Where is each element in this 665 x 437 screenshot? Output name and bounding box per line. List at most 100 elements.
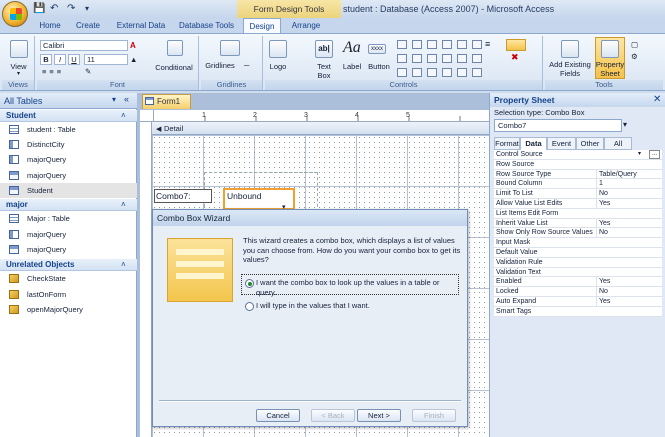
undo-icon[interactable]: ↶ [50, 3, 58, 15]
nav-dropdown-icon[interactable]: ▾ [112, 95, 116, 104]
back-button[interactable]: < Back [311, 409, 355, 422]
rectangle-icon[interactable] [442, 40, 452, 49]
tab-create[interactable]: Create [70, 18, 106, 34]
nav-group-major[interactable]: major [0, 199, 137, 211]
page-break-icon[interactable] [472, 54, 482, 63]
property-row[interactable]: Default Value [494, 247, 662, 258]
macro-icon[interactable]: ⚙ [631, 52, 638, 61]
option2-radio[interactable] [245, 302, 254, 311]
gridlines-button[interactable]: Gridlines [201, 61, 239, 70]
checkbox-icon[interactable] [412, 68, 422, 77]
set-control-defaults-icon[interactable]: ✖ [511, 53, 519, 62]
bold-button[interactable]: B [40, 54, 52, 65]
line-color-icon[interactable]: ≡ [485, 40, 490, 49]
close-icon[interactable]: ✕ [653, 94, 661, 105]
nav-item[interactable]: Major : Table [0, 211, 137, 226]
logo-icon[interactable] [269, 40, 287, 58]
selected-control-dropdown[interactable]: Combo7 [494, 119, 622, 132]
font-size-combo[interactable]: 11 [84, 54, 128, 65]
combo-label[interactable]: Combo7: [154, 189, 212, 203]
view-icon[interactable] [10, 40, 28, 58]
option1-label[interactable]: I want the combo box to look up the valu… [256, 278, 456, 298]
qat-customize-icon[interactable]: ▾ [85, 4, 89, 16]
attachment-icon[interactable] [472, 40, 482, 49]
save-icon[interactable]: 💾 [33, 3, 45, 15]
view-dropdown-icon[interactable]: ▾ [17, 70, 20, 79]
property-value[interactable]: No [596, 189, 662, 199]
tab-all[interactable]: All [604, 137, 632, 150]
option2-label[interactable]: I will type in the values that I want. [256, 301, 456, 311]
format-painter-icon[interactable]: ✎ [85, 67, 91, 76]
property-value[interactable]: No [596, 287, 662, 297]
combo-box-icon[interactable] [397, 54, 407, 63]
group-collapse-icon[interactable]: ˄ [121, 260, 126, 269]
property-value[interactable]: Yes [596, 277, 662, 288]
conditional-icon[interactable] [167, 40, 183, 56]
property-row[interactable]: List Items Edit Form [494, 208, 662, 219]
underline-button[interactable]: U [68, 54, 80, 65]
property-value[interactable]: Yes [596, 198, 662, 209]
nav-item[interactable]: majorQuery [0, 242, 137, 257]
property-sheet-button[interactable]: Property Sheet [593, 60, 627, 78]
label-icon[interactable]: Aa [343, 39, 361, 57]
property-row[interactable]: Validation Rule [494, 257, 662, 268]
tab-control-icon[interactable] [397, 40, 407, 49]
font-color-icon[interactable]: A [130, 41, 136, 50]
tab-home[interactable]: Home [33, 18, 67, 34]
finish-button[interactable]: Finish [412, 409, 456, 422]
italic-button[interactable]: I [54, 54, 66, 65]
form-selector[interactable] [140, 110, 154, 122]
group-collapse-icon[interactable]: ˄ [121, 200, 126, 209]
option-group-icon[interactable] [397, 68, 407, 77]
code-icon[interactable]: ▢ [631, 40, 638, 49]
property-value[interactable]: Yes [596, 296, 662, 307]
property-row[interactable]: Row Source [494, 159, 662, 170]
nav-group-student[interactable]: Student [0, 110, 137, 122]
subform-icon[interactable] [427, 54, 437, 63]
property-value[interactable]: Yes [596, 218, 662, 229]
property-row[interactable]: Smart Tags [494, 306, 662, 317]
hyperlink-icon[interactable] [412, 40, 422, 49]
radio-button-icon[interactable] [427, 68, 437, 77]
tab-database-tools[interactable]: Database Tools [175, 18, 238, 34]
fill-color-icon[interactable]: ▲ [130, 55, 137, 64]
property-row[interactable]: Allow Value List Edits Yes [494, 198, 662, 209]
dropdown-icon[interactable]: ▾ [638, 150, 641, 160]
button-icon[interactable]: xxxx [368, 44, 386, 54]
chart-icon[interactable] [457, 40, 467, 49]
cancel-button[interactable]: Cancel [256, 409, 300, 422]
tab-other[interactable]: Other [576, 137, 604, 150]
add-existing-fields-icon[interactable] [561, 40, 579, 58]
nav-pane-header[interactable]: All Tables [0, 93, 137, 109]
select-objects-icon[interactable] [506, 39, 526, 51]
nav-item[interactable]: student : Table [0, 122, 137, 137]
object-frame-icon[interactable] [457, 54, 467, 63]
list-box-icon[interactable] [412, 54, 422, 63]
property-row[interactable]: Enabled Yes [494, 277, 662, 288]
property-value[interactable]: 1 [596, 179, 662, 190]
nav-item[interactable]: majorQuery [0, 227, 137, 242]
group-collapse-icon[interactable]: ˄ [121, 111, 126, 120]
property-row[interactable]: Row Source Type Table/Query [494, 169, 662, 180]
tab-format[interactable]: Format [494, 137, 520, 150]
property-row[interactable]: Inherit Value List Yes [494, 218, 662, 229]
tab-event[interactable]: Event [547, 137, 576, 150]
text-box-icon[interactable]: ab| [315, 40, 333, 58]
font-family-combo[interactable]: Calibri [40, 40, 128, 51]
next-button[interactable]: Next > [357, 409, 401, 422]
line-thickness-icon[interactable]: ─ [244, 61, 249, 70]
detail-section-bar[interactable]: Detail [152, 122, 489, 135]
property-value[interactable]: Table/Query [596, 169, 662, 180]
toggle-button-icon[interactable] [442, 68, 452, 77]
property-row[interactable]: Limit To List No [494, 189, 662, 199]
property-row[interactable]: Show Only Row Source Values No [494, 228, 662, 239]
chevron-down-icon[interactable]: ▾ [623, 120, 627, 129]
property-row[interactable]: Control Source ▾... [494, 150, 662, 160]
image-icon[interactable] [442, 54, 452, 63]
property-row[interactable]: Validation Text [494, 267, 662, 278]
nav-item[interactable]: Student [0, 183, 137, 198]
tab-data[interactable]: Data [520, 137, 547, 150]
tab-arrange[interactable]: Arrange [286, 18, 326, 34]
unbound-object-icon[interactable] [457, 68, 467, 77]
conditional-button[interactable]: Conditional [149, 63, 199, 72]
